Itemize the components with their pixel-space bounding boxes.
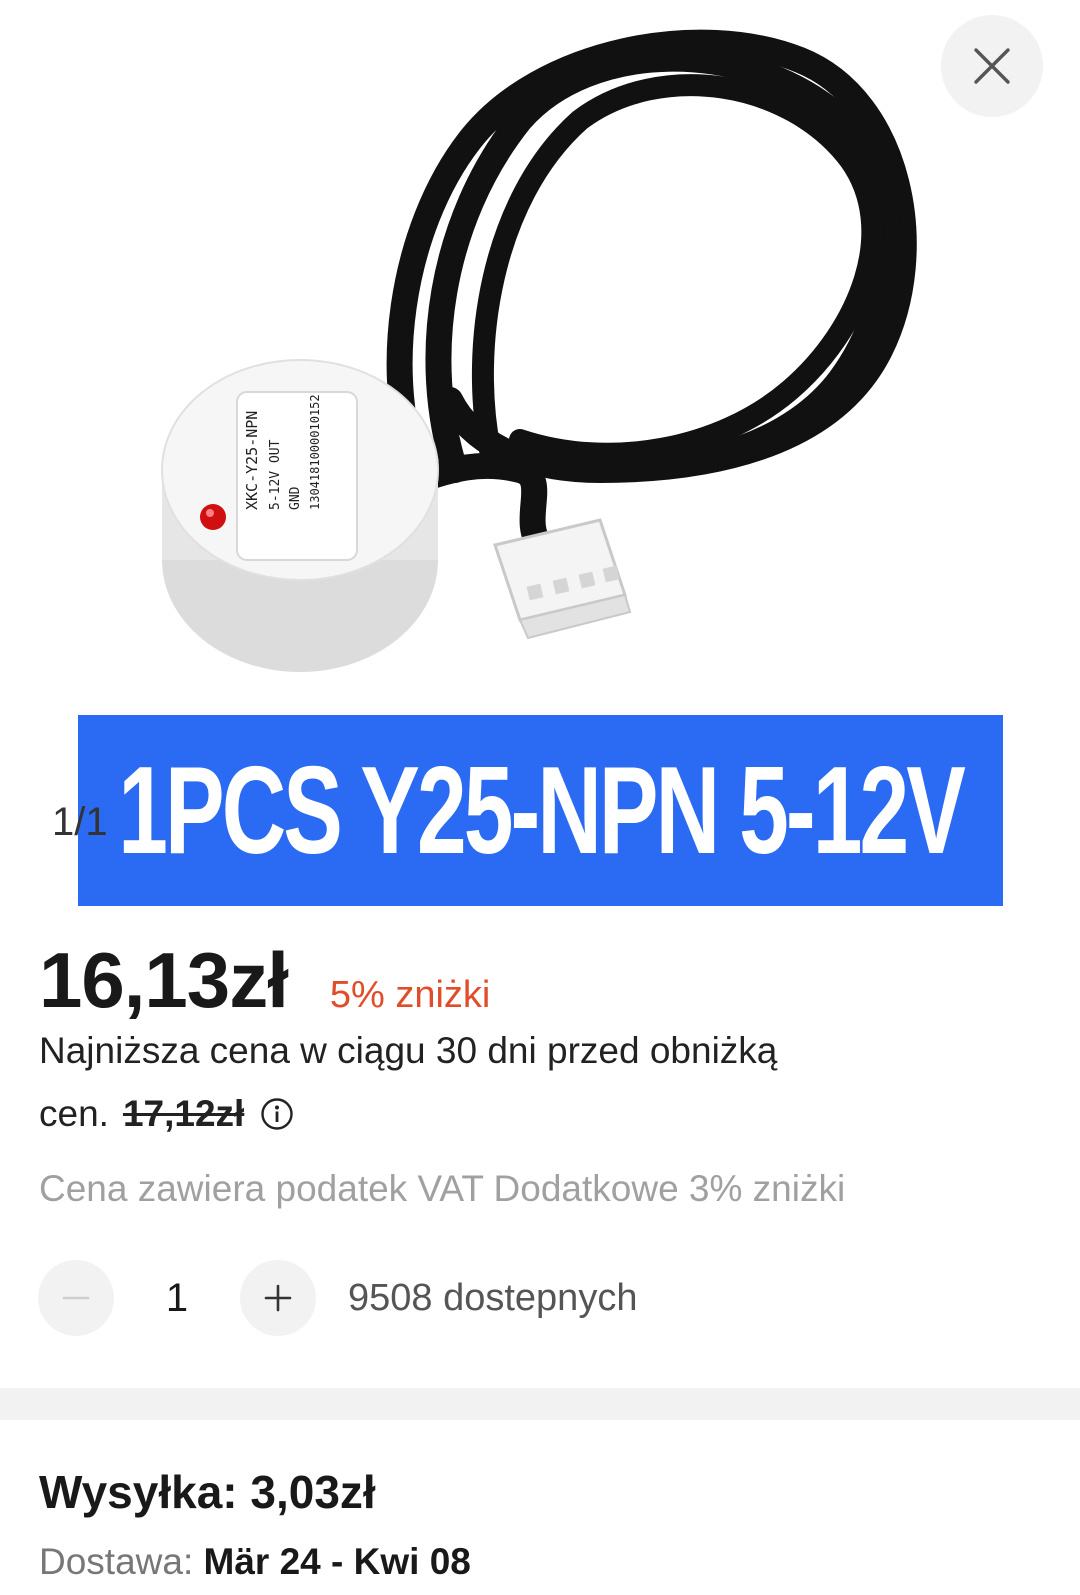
svg-text:XKC-Y25-NPN: XKC-Y25-NPN [243,411,261,510]
image-title-text: 1PCS Y25-NPN 5-12V [118,741,966,880]
info-icon[interactable] [260,1097,294,1131]
section-divider [0,1388,1080,1420]
product-sheet: XKC-Y25-NPN 5-12V OUT GND 13041810000101… [0,0,1080,1595]
delivery-value: Mär 24 - Kwi 08 [203,1541,471,1582]
increase-quantity-button[interactable] [240,1260,316,1336]
delivery-label: Dostawa: [39,1541,204,1582]
price-row: 16,13zł 5% zniżki [39,935,490,1026]
decrease-quantity-button[interactable] [38,1260,114,1336]
close-icon [974,48,1010,84]
quantity-value[interactable]: 1 [114,1276,240,1321]
lowest-price-note: Najniższa cena w ciągu 30 dni przed obni… [39,1030,778,1071]
shipping-cost: Wysyłka: 3,03zł [39,1466,376,1518]
lowest-price-value-row: cen. 17,12zł [39,1093,294,1135]
quantity-stepper: 1 9508 dostepnych [38,1260,637,1336]
current-price: 16,13zł [39,936,289,1024]
svg-text:GND: GND [288,486,303,510]
close-button[interactable] [941,15,1043,117]
svg-text:1304181000010152: 1304181000010152 [308,394,322,510]
delivery-dates: Dostawa: Mär 24 - Kwi 08 [39,1541,471,1583]
stock-available: 9508 dostepnych [348,1276,638,1319]
product-gallery[interactable]: XKC-Y25-NPN 5-12V OUT GND 13041810000101… [0,0,1080,906]
plus-icon [264,1284,292,1312]
image-title-banner: 1PCS Y25-NPN 5-12V [78,715,1003,906]
image-counter: 1/1 [52,800,108,844]
old-price: 17,12zł [122,1093,245,1134]
lowest-price-prefix: cen. [39,1093,109,1134]
svg-text:5-12V OUT: 5-12V OUT [268,439,283,510]
vat-note: Cena zawiera podatek VAT Dodatkowe 3% zn… [39,1168,846,1209]
minus-icon [62,1296,90,1300]
discount-label: 5% zniżki [329,974,491,1016]
product-image: XKC-Y25-NPN 5-12V OUT GND 13041810000101… [161,29,917,672]
